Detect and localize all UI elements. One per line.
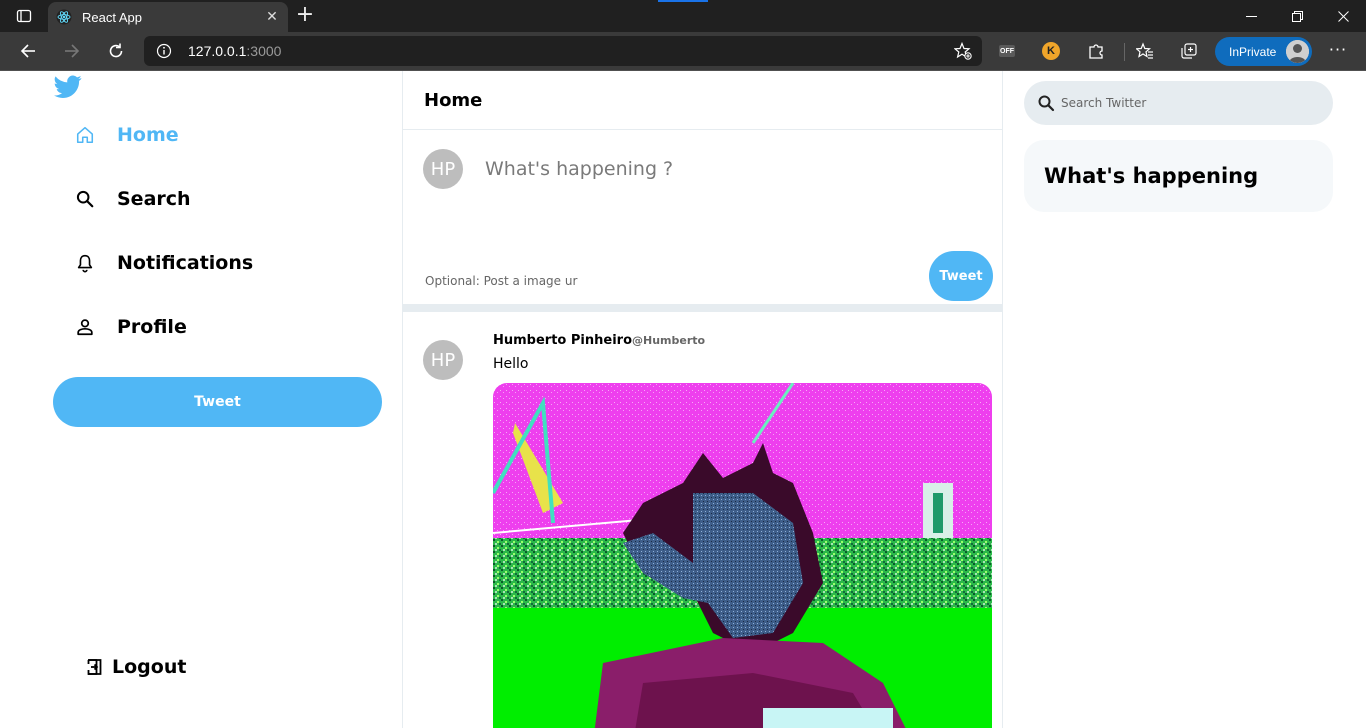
url-host: 127.0.0.1 — [188, 43, 247, 59]
avatar: HP — [423, 340, 463, 380]
favorites-icon[interactable] — [1134, 40, 1156, 62]
tweet-input[interactable] — [485, 158, 965, 180]
post-header: Humberto Pinheiro @Humberto — [493, 333, 705, 348]
window-controls — [1228, 0, 1366, 32]
feed-header: Home — [403, 71, 1002, 130]
back-icon[interactable] — [12, 36, 44, 66]
inprivate-label: InPrivate — [1229, 44, 1277, 59]
post-image — [493, 383, 992, 728]
search-icon — [1038, 95, 1055, 112]
sidebar-item-label: Notifications — [117, 252, 254, 274]
sidebar: Home Search Notifications Profile Tweet … — [0, 71, 403, 728]
inprivate-button[interactable]: InPrivate — [1215, 37, 1312, 66]
home-icon — [74, 124, 96, 146]
close-window-icon[interactable] — [1320, 0, 1366, 32]
logout-icon — [87, 659, 102, 675]
tab-title: React App — [82, 9, 142, 25]
page-title: Home — [424, 89, 483, 111]
bell-icon — [74, 252, 96, 274]
image-url-input[interactable] — [425, 274, 725, 288]
post-display-name: Humberto Pinheiro — [493, 333, 632, 348]
tab-actions-icon[interactable] — [8, 6, 40, 26]
sidebar-item-profile[interactable]: Profile — [74, 311, 187, 343]
extension-k-icon[interactable]: K — [1040, 40, 1062, 62]
post-text: Hello — [493, 356, 529, 372]
sidebar-item-label: Search — [117, 188, 191, 210]
react-icon — [56, 9, 72, 25]
search-icon — [74, 188, 96, 210]
restore-icon[interactable] — [1274, 0, 1320, 32]
sidebar-item-notifications[interactable]: Notifications — [74, 247, 253, 279]
logout-label: Logout — [112, 656, 187, 678]
refresh-icon[interactable] — [100, 36, 132, 66]
trends-title: What's happening — [1044, 164, 1259, 188]
feed: Home HP Tweet HP Humberto Pinheiro@Humbe… — [403, 71, 1003, 728]
sidebar-tweet-button[interactable]: Tweet — [53, 377, 382, 427]
tweet-composer: HP — [403, 130, 1002, 312]
address-bar[interactable]: 127.0.0.1:3000 — [144, 36, 982, 66]
add-favorite-icon[interactable] — [954, 42, 972, 60]
search-box[interactable] — [1024, 81, 1333, 125]
page: Home Search Notifications Profile Tweet … — [0, 71, 1366, 728]
extension-off-icon[interactable]: OFF — [996, 40, 1018, 62]
profile-avatar-icon — [1286, 40, 1309, 63]
url-port: :3000 — [246, 43, 282, 59]
post-username: @Humberto — [632, 334, 706, 347]
sidebar-item-label: Profile — [117, 316, 187, 338]
logout-button[interactable]: Logout — [85, 651, 186, 683]
browser-tab[interactable]: React App ✕ — [48, 2, 288, 32]
more-menu-icon[interactable]: ··· — [1324, 40, 1352, 62]
post: HP Humberto Pinheiro @Humberto Hello — [403, 320, 1003, 728]
extensions-puzzle-icon[interactable] — [1085, 40, 1107, 62]
sidebar-item-home[interactable]: Home — [74, 119, 179, 151]
trends-panel: What's happening — [1024, 140, 1333, 212]
forward-icon[interactable] — [56, 36, 88, 66]
avatar: HP — [423, 149, 463, 189]
sidebar-item-label: Home — [117, 124, 179, 146]
sidebar-item-search[interactable]: Search — [74, 183, 191, 215]
browser-toolbar: 127.0.0.1:3000 OFF K InPrivate ··· — [0, 32, 1366, 71]
drag-strip — [658, 0, 708, 2]
search-input[interactable] — [1061, 96, 1321, 110]
collections-icon[interactable] — [1178, 40, 1200, 62]
toolbar-divider — [1124, 43, 1125, 61]
twitter-logo-icon[interactable] — [54, 75, 82, 99]
site-info-icon[interactable] — [156, 43, 172, 59]
browser-titlebar: React App ✕ + — [0, 0, 1366, 32]
close-tab-icon[interactable]: ✕ — [264, 9, 280, 25]
new-tab-icon[interactable]: + — [292, 4, 318, 28]
composer-tweet-button[interactable]: Tweet — [929, 251, 993, 301]
person-icon — [74, 316, 96, 338]
minimize-icon[interactable] — [1228, 0, 1274, 32]
widgets: What's happening — [1003, 71, 1366, 728]
